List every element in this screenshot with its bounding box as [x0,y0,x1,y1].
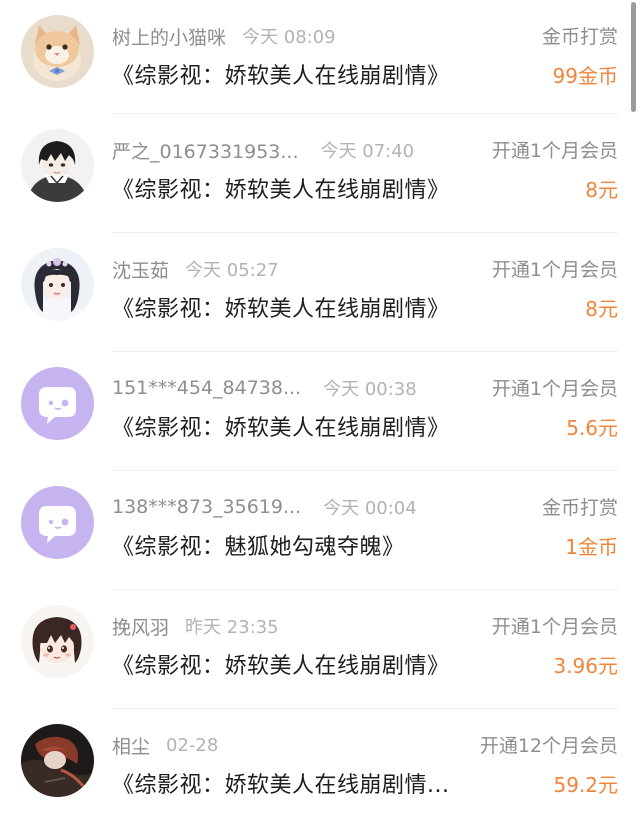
book-title[interactable]: 《综影视：娇软美人在线崩剧情》 [112,172,482,204]
anime-boy-avatar[interactable] [21,129,94,202]
amount-value: 99金币 [552,64,618,88]
record-time: 02-28 [166,734,219,756]
record-row[interactable]: 挽风羽 昨天 23:35 《综影视：娇软美人在线崩剧情》 开通1个月会员 3.9… [0,590,640,709]
book-title[interactable]: 《综影视：娇软美人在线崩剧情》 [112,291,482,323]
user-name[interactable]: 严之_0167331953... [112,137,299,164]
default-chat-avatar[interactable] [21,486,94,559]
action-label: 开通1个月会员 [491,616,618,638]
supporter-record-list: 树上的小猫咪 今天 08:09 《综影视：娇软美人在线崩剧情》 金币打赏 99金… [0,0,640,828]
amount-value: 59.2元 [553,773,618,797]
user-name[interactable]: 挽风羽 [112,613,169,640]
user-name[interactable]: 138***873_35619... [112,496,301,518]
book-title[interactable]: 《综影视：娇软美人在线崩剧情》 [112,410,482,442]
record-row[interactable]: 树上的小猫咪 今天 08:09 《综影视：娇软美人在线崩剧情》 金币打赏 99金… [0,0,640,114]
action-label: 开通1个月会员 [491,378,618,400]
user-name[interactable]: 151***454_84738... [112,377,301,399]
action-label: 开通1个月会员 [491,140,618,162]
book-title[interactable]: 《综影视：娇软美人在线崩剧情》 [112,58,482,90]
record-row[interactable]: 151***454_84738... 今天 00:38 《综影视：娇软美人在线崩… [0,352,640,471]
book-title[interactable]: 《综影视：魅狐她勾魂夺魄》 [112,529,482,561]
action-label: 金币打赏 [541,26,618,48]
action-label: 金币打赏 [541,497,618,519]
record-row[interactable]: 严之_0167331953... 今天 07:40 《综影视：娇软美人在线崩剧情… [0,114,640,233]
cat-photo-avatar[interactable] [21,15,94,88]
action-label: 开通12个月会员 [479,735,618,757]
record-time: 昨天 23:35 [185,617,279,638]
amount-value: 5.6元 [566,416,618,440]
record-time: 今天 00:04 [323,498,417,519]
costume-girl-avatar[interactable] [21,248,94,321]
record-row[interactable]: 沈玉茹 今天 05:27 《综影视：娇软美人在线崩剧情》 开通1个月会员 8元 [0,233,640,352]
chibi-girl-avatar[interactable] [21,605,94,678]
dark-art-avatar[interactable] [21,724,94,797]
amount-value: 8元 [585,297,618,321]
record-meta: 严之_0167331953... 今天 07:40 [112,136,414,164]
record-row[interactable]: 相尘 02-28 《综影视：娇软美人在线崩剧情... 开通12个月会员 59.2… [0,709,640,828]
record-time: 今天 00:38 [323,379,417,400]
amount-value: 8元 [585,178,618,202]
record-meta: 相尘 02-28 [112,731,218,759]
record-meta: 树上的小猫咪 今天 08:09 [112,22,336,50]
amount-value: 1金币 [565,535,618,559]
scrollbar[interactable] [631,2,636,112]
record-meta: 沈玉茹 今天 05:27 [112,255,279,283]
record-time: 今天 08:09 [242,27,336,48]
amount-value: 3.96元 [553,654,618,678]
record-time: 今天 07:40 [320,141,415,162]
record-time: 今天 05:27 [185,260,279,281]
user-name[interactable]: 相尘 [112,732,150,759]
action-label: 开通1个月会员 [491,259,618,281]
book-title[interactable]: 《综影视：娇软美人在线崩剧情》 [112,648,482,680]
user-name[interactable]: 树上的小猫咪 [112,23,226,50]
book-title[interactable]: 《综影视：娇软美人在线崩剧情... [112,767,482,799]
default-chat-avatar[interactable] [21,367,94,440]
record-meta: 151***454_84738... 今天 00:38 [112,374,417,402]
record-meta: 138***873_35619... 今天 00:04 [112,493,417,521]
user-name[interactable]: 沈玉茹 [112,256,169,283]
record-row[interactable]: 138***873_35619... 今天 00:04 《综影视：魅狐她勾魂夺魄… [0,471,640,590]
record-meta: 挽风羽 昨天 23:35 [112,612,279,640]
